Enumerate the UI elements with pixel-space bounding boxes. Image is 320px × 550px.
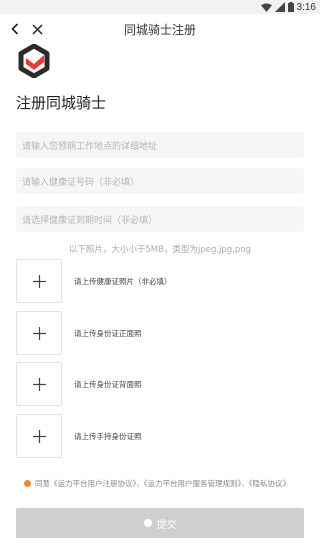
plus-icon (32, 274, 46, 288)
agreement-text[interactable]: 同意《运力平台用户注册协议》、《运力平台用户服务管理规则》、《隐私协议》 (35, 478, 290, 489)
address-input[interactable]: 请输入您预期工作地点的详细地址 (16, 132, 304, 158)
upload-label: 请上传身份证正面照 (74, 328, 142, 338)
health-cert-expiry-select[interactable]: 请选择健康证到期时间（非必填） (16, 206, 304, 232)
health-cert-expiry-placeholder: 请选择健康证到期时间（非必填） (22, 215, 158, 226)
page-title: 注册同城骑士 (16, 94, 107, 112)
signal-icon (274, 2, 285, 12)
upload-label: 请上传身份证背面照 (74, 379, 142, 389)
upload-row-id-back: 请上传身份证背面照 (16, 362, 142, 406)
upload-id-front-button[interactable] (16, 311, 62, 355)
submit-label: 提交 (156, 519, 177, 531)
status-time: 3:16 (296, 1, 316, 13)
upload-id-back-button[interactable] (16, 362, 62, 406)
upload-label: 请上传手持身份证照 (74, 431, 142, 441)
plus-icon (32, 429, 46, 443)
upload-health-cert-button[interactable] (16, 259, 62, 303)
plus-icon (32, 326, 46, 340)
wifi-icon (260, 2, 272, 12)
submit-button[interactable]: 提交 (16, 508, 304, 538)
nav-bar: 同城骑士注册 (0, 14, 320, 44)
agree-radio-icon[interactable] (24, 480, 31, 487)
address-input-placeholder: 请输入您预期工作地点的详细地址 (22, 141, 158, 152)
upload-row-id-front: 请上传身份证正面照 (16, 311, 142, 355)
battery-icon (287, 2, 294, 12)
submit-dot-icon (143, 519, 152, 527)
upload-row-health-cert: 请上传健康证照片（非必填） (16, 259, 172, 303)
status-icons: 3:16 (260, 1, 316, 13)
agreement-row[interactable]: 同意《运力平台用户注册协议》、《运力平台用户服务管理规则》、《隐私协议》 (24, 478, 310, 489)
upload-row-id-handheld: 请上传手持身份证照 (16, 414, 142, 458)
status-bar: 3:16 (0, 0, 320, 14)
photo-requirements-note: 以下照片，大小小于5MB，类型为jpeg,jpg,png (68, 245, 252, 255)
plus-icon (32, 377, 46, 391)
app-logo (18, 44, 50, 78)
upload-id-handheld-button[interactable] (16, 414, 62, 458)
nav-title: 同城骑士注册 (123, 23, 196, 37)
health-cert-number-placeholder: 请输入健康证号码（非必填） (22, 177, 140, 188)
health-cert-number-input[interactable]: 请输入健康证号码（非必填） (16, 168, 304, 194)
upload-label: 请上传健康证照片（非必填） (74, 276, 172, 286)
